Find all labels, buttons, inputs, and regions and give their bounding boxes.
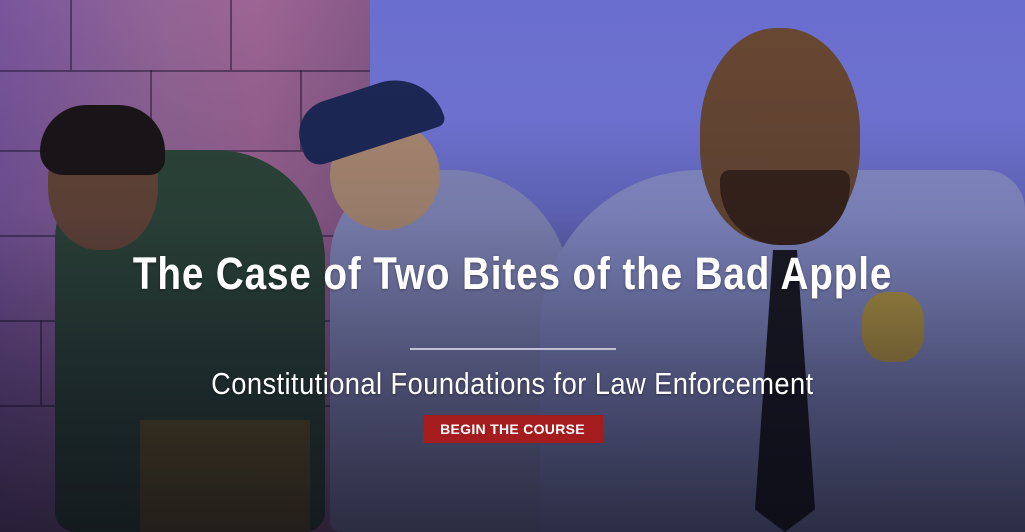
begin-course-button[interactable]: BEGIN THE COURSE [422, 415, 603, 444]
hero-content: The Case of Two Bites of the Bad Apple C… [0, 0, 1025, 532]
course-subtitle: Constitutional Foundations for Law Enfor… [211, 366, 814, 402]
title-divider [409, 348, 616, 351]
course-hero-banner: The Case of Two Bites of the Bad Apple C… [0, 0, 1025, 532]
course-title: The Case of Two Bites of the Bad Apple [132, 248, 893, 299]
